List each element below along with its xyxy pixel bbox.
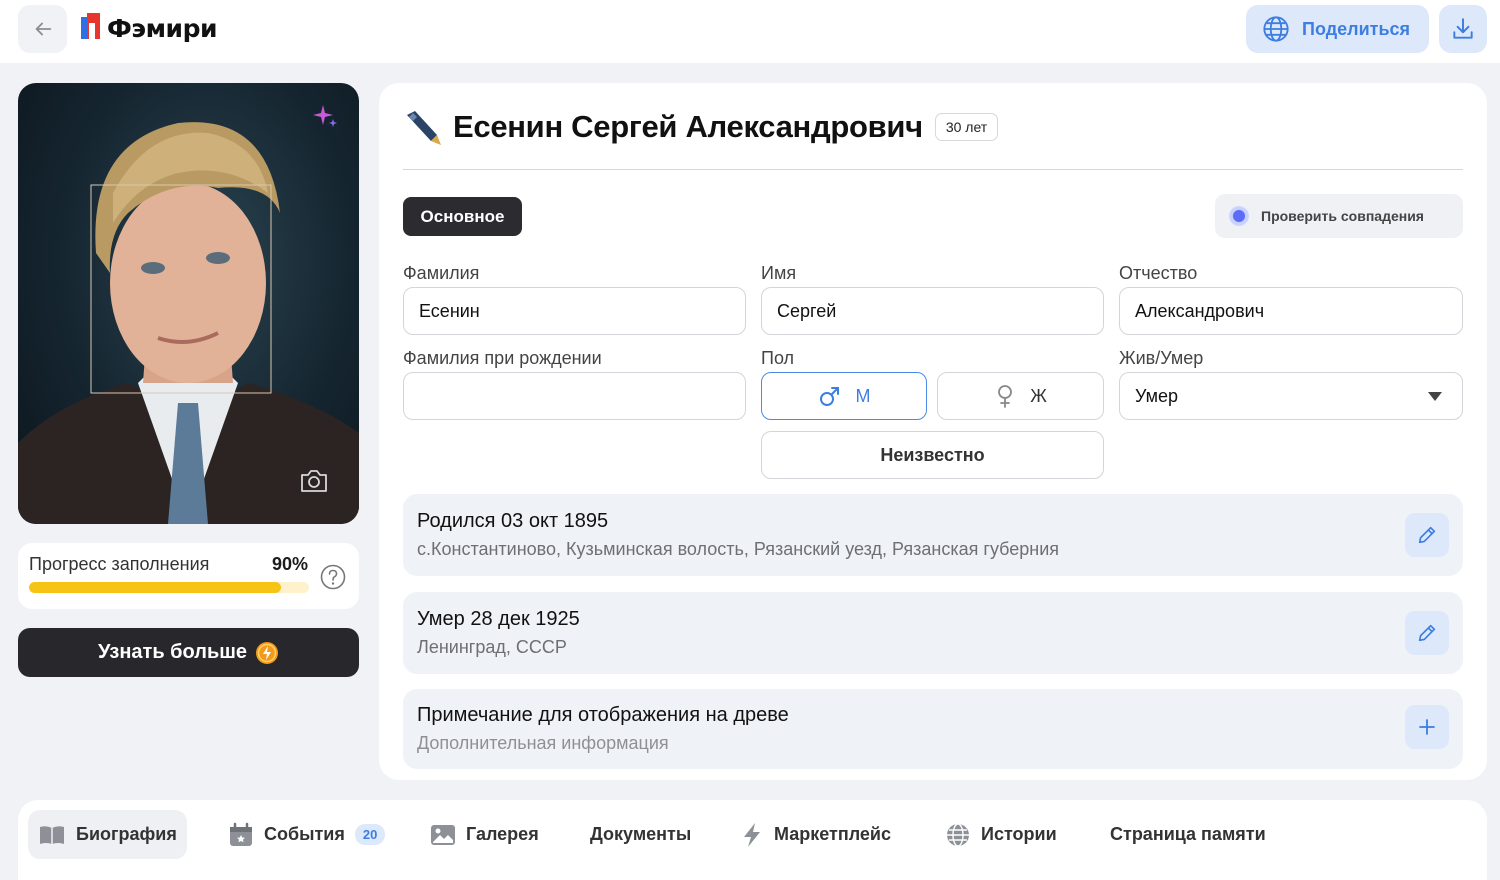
tab-gallery-label: Галерея	[466, 824, 539, 844]
tab-stories[interactable]: Истории	[935, 810, 1067, 859]
tab-memorial-label: Страница памяти	[1110, 824, 1266, 844]
edit-death-button[interactable]	[1405, 611, 1449, 655]
tab-events-label: События	[264, 824, 345, 844]
status-label: Жив/Умер	[1119, 348, 1204, 368]
divider	[403, 169, 1463, 170]
gender-unknown-button[interactable]: Неизвестно	[761, 431, 1104, 479]
help-icon[interactable]	[320, 564, 346, 590]
check-matches-button[interactable]: Проверить совпадения	[1215, 194, 1463, 238]
progress-label: Прогресс заполнения	[29, 554, 210, 574]
lightning-icon	[744, 822, 760, 847]
tab-memorial-page[interactable]: Страница памяти	[1100, 810, 1276, 859]
share-label: Поделиться	[1302, 18, 1411, 39]
person-name: Есенин Сергей Александрович	[453, 109, 923, 144]
gender-male-button[interactable]: М	[761, 372, 927, 420]
birth-event-place: с.Константиново, Кузьминская волость, Ря…	[417, 539, 1060, 559]
birth-event-title: Родился 03 окт 1895	[417, 510, 609, 532]
plus-icon	[1419, 719, 1435, 735]
chevron-down-icon	[1428, 392, 1442, 401]
gender-label: Пол	[761, 348, 795, 368]
app-logo[interactable]: Фэмири	[81, 8, 217, 48]
tree-note-title: Примечание для отображения на древе	[417, 704, 789, 726]
profile-card: Есенин Сергей Александрович 30 лет Основ…	[379, 83, 1487, 780]
calendar-icon	[230, 822, 252, 846]
tab-basic[interactable]: Основное	[403, 197, 522, 236]
death-event-place: Ленинград, СССР	[417, 637, 567, 657]
download-button[interactable]	[1439, 5, 1487, 53]
surname-field[interactable]: Есенин	[403, 287, 746, 335]
birth-event-row[interactable]: Родился 03 окт 1895 с.Константиново, Куз…	[403, 494, 1463, 576]
top-bar: Фэмири Поделиться	[0, 0, 1500, 63]
birth-surname-field[interactable]	[403, 372, 746, 420]
tab-stories-label: Истории	[981, 824, 1057, 844]
pencil-icon	[1418, 624, 1436, 642]
pencil-icon	[1418, 526, 1436, 544]
tab-marketplace-label: Маркетплейс	[774, 824, 891, 844]
progress-card: Прогресс заполнения 90%	[18, 543, 359, 609]
title-row: Есенин Сергей Александрович 30 лет	[403, 105, 999, 149]
status-select[interactable]: Умер	[1119, 372, 1463, 420]
tree-note-subtitle: Дополнительная информация	[417, 733, 669, 753]
portrait-image	[18, 122, 359, 524]
download-icon	[1453, 18, 1473, 39]
surname-label: Фамилия	[403, 263, 480, 283]
death-event-row[interactable]: Умер 28 дек 1925 Ленинград, СССР	[403, 592, 1463, 674]
gender-male-label: М	[855, 385, 871, 406]
tab-events[interactable]: События 20	[218, 810, 395, 859]
sparkle-icon[interactable]	[311, 103, 339, 131]
status-value: Умер	[1135, 385, 1179, 406]
age-badge: 30 лет	[934, 113, 999, 141]
name-label: Имя	[761, 263, 797, 283]
female-symbol-icon	[998, 385, 1013, 408]
tab-gallery[interactable]: Галерея	[420, 810, 549, 859]
check-matches-label: Проверить совпадения	[1261, 208, 1424, 224]
bottom-tab-bar: Биография События 20 Галерея Документы М…	[18, 800, 1487, 880]
radar-icon	[1229, 206, 1249, 226]
tab-documents-label: Документы	[590, 824, 692, 844]
camera-icon[interactable]	[299, 467, 329, 495]
tab-biography[interactable]: Биография	[28, 810, 187, 859]
tab-marketplace[interactable]: Маркетплейс	[730, 810, 901, 859]
lightning-coin-icon	[256, 641, 279, 664]
learn-more-button[interactable]: Узнать больше	[18, 628, 359, 677]
patronymic-label: Отчество	[1119, 263, 1198, 283]
profile-photo[interactable]	[18, 83, 359, 524]
death-event-title: Умер 28 дек 1925	[417, 608, 580, 630]
birth-surname-label: Фамилия при рождении	[403, 348, 602, 368]
logo-mark-icon	[81, 13, 100, 39]
name-field[interactable]: Сергей	[761, 287, 1104, 335]
gender-female-label: Ж	[1030, 385, 1047, 406]
progress-bar	[29, 582, 309, 593]
progress-value: 90%	[272, 554, 309, 574]
add-note-button[interactable]	[1405, 705, 1449, 749]
learn-more-label: Узнать больше	[97, 641, 248, 663]
progress-bar-fill	[29, 582, 281, 593]
gender-female-button[interactable]: Ж	[937, 372, 1104, 420]
patronymic-field[interactable]: Александрович	[1119, 287, 1463, 335]
tree-note-row[interactable]: Примечание для отображения на древе Допо…	[403, 689, 1463, 769]
globe-icon	[947, 822, 969, 847]
tab-biography-label: Биография	[76, 824, 177, 844]
image-icon	[431, 824, 455, 845]
male-symbol-icon	[819, 387, 839, 406]
back-button[interactable]	[18, 5, 67, 53]
events-count-badge: 20	[354, 824, 386, 845]
fountain-pen-icon	[407, 111, 441, 145]
globe-icon	[1263, 16, 1289, 42]
arrow-left-icon	[35, 22, 51, 36]
book-icon	[40, 825, 64, 844]
app-name: Фэмири	[107, 13, 217, 43]
share-button[interactable]: Поделиться	[1246, 5, 1429, 53]
edit-birth-button[interactable]	[1405, 513, 1449, 557]
tab-documents[interactable]: Документы	[580, 810, 701, 859]
